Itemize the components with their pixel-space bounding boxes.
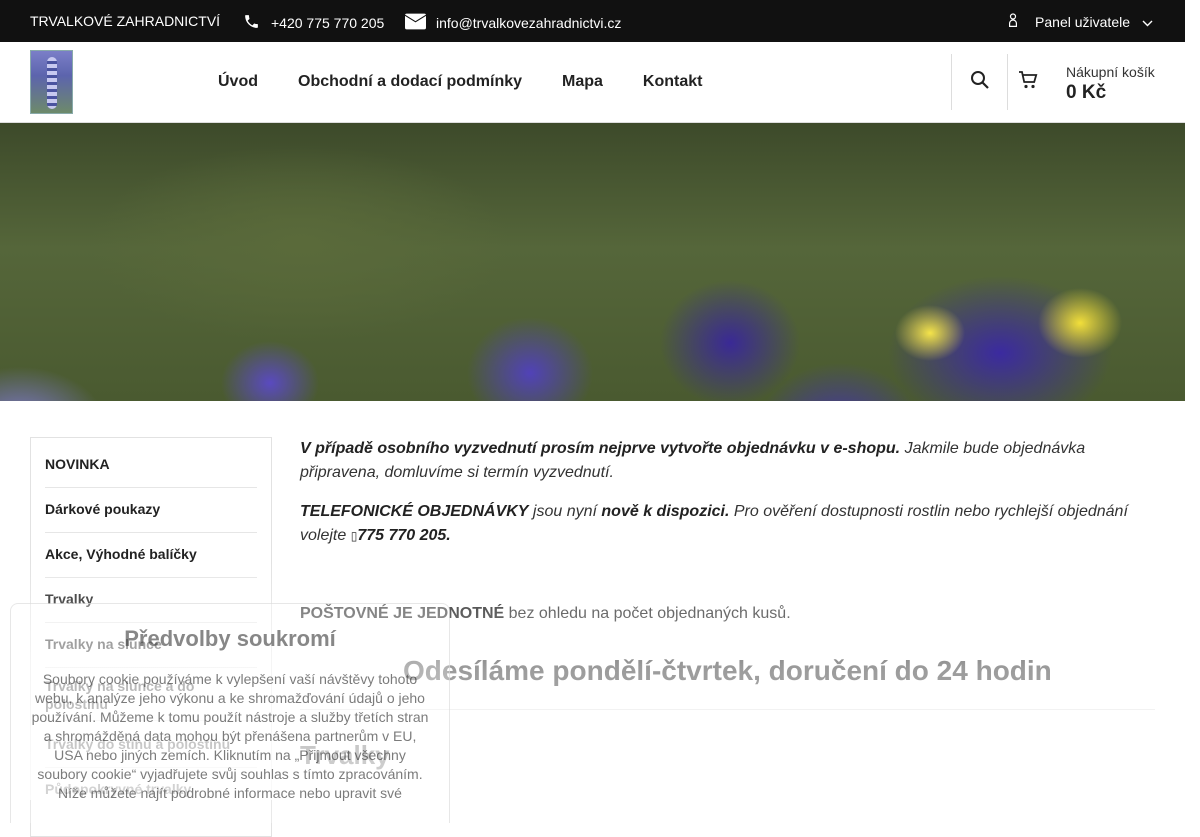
main-navigation: Úvod Obchodní a dodací podmínky Mapa Kon… [218, 73, 702, 91]
postage-rest: bez ohledu na počet objednaných kusů. [504, 605, 791, 622]
sidebar-item-darkove-poukazy[interactable]: Dárkové poukazy [45, 501, 257, 533]
chevron-down-icon [1142, 14, 1153, 30]
user-icon [1009, 13, 1018, 30]
search-button[interactable] [951, 54, 1007, 110]
envelope-icon [405, 13, 426, 33]
user-panel-label: Panel uživatele [1035, 13, 1130, 30]
nav-item-mapa[interactable]: Mapa [562, 73, 603, 91]
cart-total: 0 Kč [1066, 82, 1107, 103]
site-logo[interactable] [30, 50, 73, 114]
cart-button[interactable] [1007, 54, 1047, 110]
cart-label: Nákupní košík [1066, 64, 1155, 80]
pickup-notice-bold: V případě osobního vyzvednutí prosím nej… [300, 440, 901, 457]
site-header: Úvod Obchodní a dodací podmínky Mapa Kon… [0, 42, 1185, 123]
nav-item-podminky[interactable]: Obchodní a dodací podmínky [298, 73, 522, 91]
nav-item-uvod[interactable]: Úvod [218, 73, 258, 91]
user-panel-dropdown[interactable]: Panel uživatele [1009, 13, 1153, 30]
sidebar-item-akce[interactable]: Akce, Výhodné balíčky [45, 546, 257, 578]
phone-orders-text-1: jsou nyní [528, 503, 602, 520]
privacy-title: Předvolby soukromí [124, 626, 336, 651]
sidebar-item-novinka[interactable]: NOVINKA [45, 456, 257, 488]
nav-item-kontakt[interactable]: Kontakt [643, 73, 703, 91]
hero-banner-image [0, 123, 1185, 401]
phone-orders-number[interactable]: 775 770 205. [357, 527, 450, 544]
brand-name: TRVALKOVÉ ZAHRADNICTVÍ [30, 13, 221, 29]
phone-orders-title: TELEFONICKÉ OBJEDNÁVKY [300, 503, 529, 520]
main-content: V případě osobního vyzvednutí prosím nej… [300, 437, 1155, 626]
top-bar: TRVALKOVÉ ZAHRADNICTVÍ +420 775 770 205 … [0, 0, 1185, 42]
privacy-preferences-dialog[interactable]: Předvolby soukromí Soubory cookie použív… [10, 603, 450, 823]
pickup-notice: V případě osobního vyzvednutí prosím nej… [300, 437, 1155, 485]
search-icon [970, 70, 990, 95]
cart-summary[interactable]: Nákupní košík 0 Kč [1066, 64, 1155, 104]
phone-number: +420 775 770 205 [271, 15, 385, 31]
shipping-heading: Odesíláme pondělí-čtvrtek, doručení do 2… [403, 655, 1052, 686]
email-link[interactable]: info@trvalkovezahradnictvi.cz [405, 13, 621, 33]
phone-icon [243, 13, 260, 33]
phone-link[interactable]: +420 775 770 205 [243, 13, 384, 33]
phone-orders-new: nově k dispozici. [601, 503, 730, 520]
cart-icon [1018, 70, 1038, 95]
phone-order-notice: TELEFONICKÉ OBJEDNÁVKY jsou nyní nově k … [300, 500, 1155, 548]
privacy-text: Soubory cookie používáme k vylepšení vaš… [31, 671, 429, 801]
email-address: info@trvalkovezahradnictvi.cz [436, 15, 622, 31]
